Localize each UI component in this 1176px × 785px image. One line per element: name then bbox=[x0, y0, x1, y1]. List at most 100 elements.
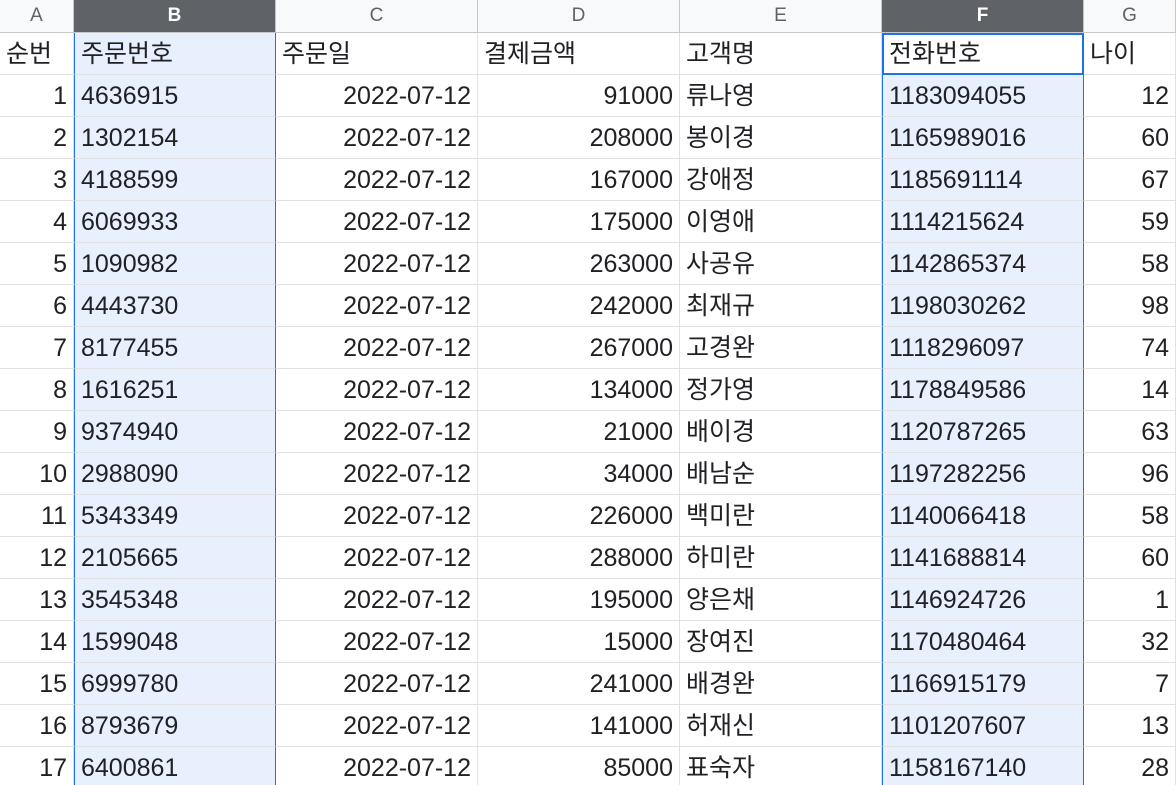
cell-f3[interactable]: 1165989016 bbox=[882, 117, 1084, 159]
cell-c6[interactable]: 2022-07-12 bbox=[276, 243, 478, 285]
cell-a8[interactable]: 7 bbox=[0, 327, 74, 369]
cell-c3[interactable]: 2022-07-12 bbox=[276, 117, 478, 159]
cell-d11[interactable]: 34000 bbox=[478, 453, 680, 495]
cell-a5[interactable]: 4 bbox=[0, 201, 74, 243]
cell-c1[interactable]: 주문일 bbox=[276, 33, 478, 75]
column-header-c[interactable]: C bbox=[276, 0, 478, 32]
cell-b17[interactable]: 8793679 bbox=[74, 705, 276, 747]
cell-a1[interactable]: 순번 bbox=[0, 33, 74, 75]
cell-g16[interactable]: 7 bbox=[1084, 663, 1176, 705]
cell-b15[interactable]: 1599048 bbox=[74, 621, 276, 663]
cell-b4[interactable]: 4188599 bbox=[74, 159, 276, 201]
cell-f4[interactable]: 1185691114 bbox=[882, 159, 1084, 201]
cell-b5[interactable]: 6069933 bbox=[74, 201, 276, 243]
cell-c12[interactable]: 2022-07-12 bbox=[276, 495, 478, 537]
cell-a7[interactable]: 6 bbox=[0, 285, 74, 327]
cell-a15[interactable]: 14 bbox=[0, 621, 74, 663]
cell-b11[interactable]: 2988090 bbox=[74, 453, 276, 495]
cell-g13[interactable]: 60 bbox=[1084, 537, 1176, 579]
cell-c14[interactable]: 2022-07-12 bbox=[276, 579, 478, 621]
cell-e1[interactable]: 고객명 bbox=[680, 33, 882, 75]
cell-d9[interactable]: 134000 bbox=[478, 369, 680, 411]
cell-b1[interactable]: 주문번호 bbox=[74, 33, 276, 75]
cell-d1[interactable]: 결제금액 bbox=[478, 33, 680, 75]
cell-b8[interactable]: 8177455 bbox=[74, 327, 276, 369]
cell-c16[interactable]: 2022-07-12 bbox=[276, 663, 478, 705]
cell-d4[interactable]: 167000 bbox=[478, 159, 680, 201]
cell-e11[interactable]: 배남순 bbox=[680, 453, 882, 495]
cell-f6[interactable]: 1142865374 bbox=[882, 243, 1084, 285]
cell-b9[interactable]: 1616251 bbox=[74, 369, 276, 411]
cell-f10[interactable]: 1120787265 bbox=[882, 411, 1084, 453]
cell-c11[interactable]: 2022-07-12 bbox=[276, 453, 478, 495]
cell-g5[interactable]: 59 bbox=[1084, 201, 1176, 243]
cell-b3[interactable]: 1302154 bbox=[74, 117, 276, 159]
cell-g2[interactable]: 12 bbox=[1084, 75, 1176, 117]
cell-g17[interactable]: 13 bbox=[1084, 705, 1176, 747]
cell-d7[interactable]: 242000 bbox=[478, 285, 680, 327]
cell-e17[interactable]: 허재신 bbox=[680, 705, 882, 747]
cell-f18[interactable]: 1158167140 bbox=[882, 747, 1084, 785]
cell-f14[interactable]: 1146924726 bbox=[882, 579, 1084, 621]
cell-c5[interactable]: 2022-07-12 bbox=[276, 201, 478, 243]
cell-g3[interactable]: 60 bbox=[1084, 117, 1176, 159]
cell-c17[interactable]: 2022-07-12 bbox=[276, 705, 478, 747]
cell-d15[interactable]: 15000 bbox=[478, 621, 680, 663]
cell-b6[interactable]: 1090982 bbox=[74, 243, 276, 285]
cell-f8[interactable]: 1118296097 bbox=[882, 327, 1084, 369]
cell-c18[interactable]: 2022-07-12 bbox=[276, 747, 478, 785]
cell-d5[interactable]: 175000 bbox=[478, 201, 680, 243]
cell-f15[interactable]: 1170480464 bbox=[882, 621, 1084, 663]
cell-c8[interactable]: 2022-07-12 bbox=[276, 327, 478, 369]
cell-g11[interactable]: 96 bbox=[1084, 453, 1176, 495]
cell-d10[interactable]: 21000 bbox=[478, 411, 680, 453]
cell-e7[interactable]: 최재규 bbox=[680, 285, 882, 327]
cell-g12[interactable]: 58 bbox=[1084, 495, 1176, 537]
cell-e3[interactable]: 봉이경 bbox=[680, 117, 882, 159]
column-header-a[interactable]: A bbox=[0, 0, 74, 32]
cell-g4[interactable]: 67 bbox=[1084, 159, 1176, 201]
cell-d13[interactable]: 288000 bbox=[478, 537, 680, 579]
cell-b18[interactable]: 6400861 bbox=[74, 747, 276, 785]
cell-a17[interactable]: 16 bbox=[0, 705, 74, 747]
cell-e6[interactable]: 사공유 bbox=[680, 243, 882, 285]
cell-a4[interactable]: 3 bbox=[0, 159, 74, 201]
cell-f11[interactable]: 1197282256 bbox=[882, 453, 1084, 495]
cell-e2[interactable]: 류나영 bbox=[680, 75, 882, 117]
cell-d3[interactable]: 208000 bbox=[478, 117, 680, 159]
cell-d16[interactable]: 241000 bbox=[478, 663, 680, 705]
cell-g1[interactable]: 나이 bbox=[1084, 33, 1176, 75]
cell-c9[interactable]: 2022-07-12 bbox=[276, 369, 478, 411]
column-header-f[interactable]: F bbox=[882, 0, 1084, 32]
cell-d12[interactable]: 226000 bbox=[478, 495, 680, 537]
cell-g18[interactable]: 28 bbox=[1084, 747, 1176, 785]
cell-d8[interactable]: 267000 bbox=[478, 327, 680, 369]
cell-a10[interactable]: 9 bbox=[0, 411, 74, 453]
cell-e12[interactable]: 백미란 bbox=[680, 495, 882, 537]
cell-b13[interactable]: 2105665 bbox=[74, 537, 276, 579]
column-header-b[interactable]: B bbox=[74, 0, 276, 32]
cell-c4[interactable]: 2022-07-12 bbox=[276, 159, 478, 201]
cell-c7[interactable]: 2022-07-12 bbox=[276, 285, 478, 327]
cell-e18[interactable]: 표숙자 bbox=[680, 747, 882, 785]
cell-b7[interactable]: 4443730 bbox=[74, 285, 276, 327]
cell-f9[interactable]: 1178849586 bbox=[882, 369, 1084, 411]
cell-a6[interactable]: 5 bbox=[0, 243, 74, 285]
cell-f12[interactable]: 1140066418 bbox=[882, 495, 1084, 537]
column-header-d[interactable]: D bbox=[478, 0, 680, 32]
cell-b10[interactable]: 9374940 bbox=[74, 411, 276, 453]
cell-b14[interactable]: 3545348 bbox=[74, 579, 276, 621]
cell-d6[interactable]: 263000 bbox=[478, 243, 680, 285]
cell-a13[interactable]: 12 bbox=[0, 537, 74, 579]
cell-f2[interactable]: 1183094055 bbox=[882, 75, 1084, 117]
cell-b2[interactable]: 4636915 bbox=[74, 75, 276, 117]
cell-a14[interactable]: 13 bbox=[0, 579, 74, 621]
cell-g6[interactable]: 58 bbox=[1084, 243, 1176, 285]
cell-a12[interactable]: 11 bbox=[0, 495, 74, 537]
cell-d18[interactable]: 85000 bbox=[478, 747, 680, 785]
cell-g9[interactable]: 14 bbox=[1084, 369, 1176, 411]
cell-d17[interactable]: 141000 bbox=[478, 705, 680, 747]
cell-e4[interactable]: 강애정 bbox=[680, 159, 882, 201]
cell-f16[interactable]: 1166915179 bbox=[882, 663, 1084, 705]
cell-f1[interactable]: 전화번호 bbox=[882, 33, 1084, 75]
